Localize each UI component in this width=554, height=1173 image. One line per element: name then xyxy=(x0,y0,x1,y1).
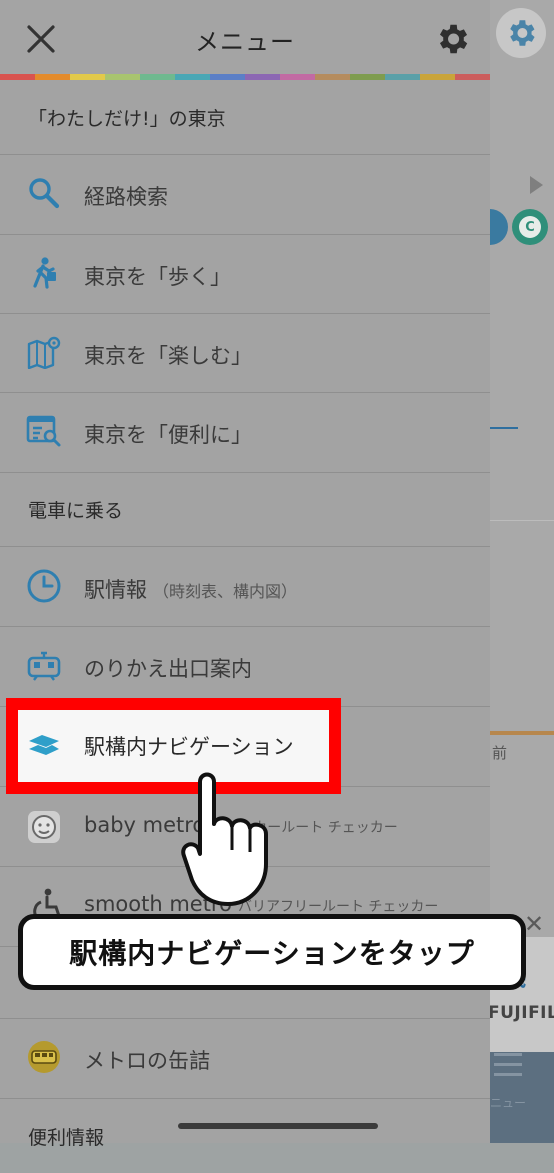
background-ad-brand: FUJIFILM xyxy=(490,1003,554,1023)
search-icon xyxy=(26,175,62,211)
section-convenience: 便利情報 xyxy=(28,1127,105,1149)
menu-item-walk[interactable]: 東京を「歩く」 xyxy=(0,235,490,314)
document-search-icon xyxy=(26,413,62,449)
tap-hand-icon xyxy=(180,768,280,908)
background-text: 前 xyxy=(492,744,508,762)
background-divider xyxy=(490,520,554,521)
menu-item-station-info[interactable]: 駅情報 （時刻表、構内図） xyxy=(0,547,490,627)
background-settings-icon xyxy=(496,8,546,58)
walking-person-icon xyxy=(26,255,62,291)
map-pin-icon xyxy=(26,334,62,370)
background-nav-label: ニュー xyxy=(490,1096,527,1110)
background-divider xyxy=(490,427,518,429)
instruction-callout: 駅構内ナビゲーションをタップ xyxy=(18,914,526,990)
background-arrow-icon xyxy=(530,176,543,194)
menu-item-label: 東京を「便利に」 xyxy=(84,423,252,447)
menu-item-enjoy[interactable]: 東京を「楽しむ」 xyxy=(0,314,490,393)
hamburger-icon[interactable] xyxy=(494,1046,522,1083)
station-info-label: 駅情報 xyxy=(84,578,147,602)
menu-item-convenient[interactable]: 東京を「便利に」 xyxy=(0,393,490,473)
section-tokyo: 「わたしだけ!」の東京 xyxy=(0,80,490,155)
layers-nav-icon xyxy=(26,727,62,763)
section-train: 電車に乗る xyxy=(0,473,490,547)
menu-title: メニュー xyxy=(195,28,295,56)
menu-item-label: 駅情報 （時刻表、構内図） xyxy=(84,574,297,604)
menu-item-label: のりかえ出口案内 xyxy=(84,657,252,681)
clock-icon xyxy=(26,568,62,604)
menu-header: メニュー xyxy=(0,0,490,74)
settings-gear-icon[interactable] xyxy=(433,20,471,58)
station-info-sub: （時刻表、構内図） xyxy=(153,582,298,601)
menu-item-label: 東京を「歩く」 xyxy=(84,265,231,289)
train-icon xyxy=(26,649,62,685)
background-line-badge-c: C xyxy=(512,209,548,245)
menu-item-metro-can[interactable]: メトロの缶詰 xyxy=(0,1019,490,1099)
menu-item-route-search[interactable]: 経路検索 xyxy=(0,155,490,235)
menu-item-transfer-exit[interactable]: のりかえ出口案内 xyxy=(0,627,490,707)
home-indicator xyxy=(178,1123,378,1129)
station-nav-label: 駅構内ナビゲーション xyxy=(84,735,294,759)
background-divider xyxy=(490,731,554,735)
background-line-badge xyxy=(490,209,508,245)
menu-item-label: 経路検索 xyxy=(84,185,168,209)
menu-item-label: メトロの缶詰 xyxy=(84,1049,210,1073)
baby-face-icon xyxy=(26,809,62,845)
menu-item-label: 東京を「楽しむ」 xyxy=(84,344,252,368)
metro-can-icon xyxy=(26,1039,62,1075)
